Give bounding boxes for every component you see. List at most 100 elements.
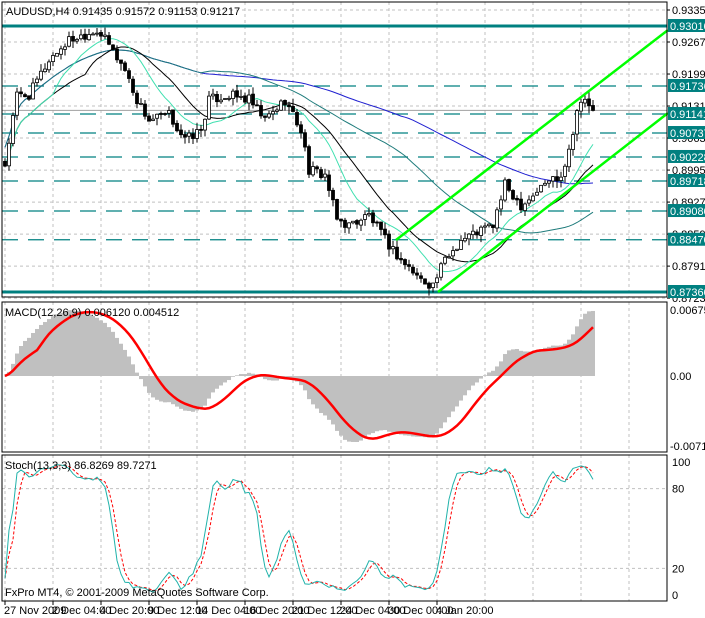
candle	[335, 198, 339, 221]
candle-body	[407, 264, 411, 267]
candle	[475, 229, 479, 239]
candle-body	[283, 100, 287, 106]
candle-body	[27, 95, 31, 100]
price-tick-label: 0.92670	[672, 37, 705, 49]
candle-body	[355, 220, 359, 225]
candle-body	[35, 78, 39, 83]
macd-tick-label: 0.006752	[670, 305, 705, 317]
candle	[303, 129, 307, 152]
candle	[487, 223, 491, 228]
candle-body	[163, 113, 167, 115]
candle-body	[279, 100, 283, 111]
candle-body	[159, 113, 163, 115]
candle-body	[51, 55, 55, 63]
candle-body	[275, 109, 279, 112]
macd-histogram-bar	[419, 376, 423, 437]
candle-body	[263, 115, 267, 118]
candle	[123, 60, 127, 72]
macd-histogram-bar	[239, 374, 243, 376]
candle	[139, 98, 143, 105]
candle	[491, 224, 495, 234]
candle	[151, 114, 155, 122]
candle-body	[387, 233, 391, 250]
candle	[395, 239, 399, 261]
macd-histogram-bar	[91, 315, 95, 376]
candle-body	[231, 90, 235, 99]
candle-body	[335, 199, 339, 220]
macd-histogram-bar	[75, 310, 79, 376]
candle	[131, 76, 135, 96]
macd-histogram-bar	[123, 349, 127, 376]
candle	[439, 261, 443, 281]
macd-histogram-bar	[351, 376, 355, 442]
candle	[211, 88, 215, 100]
candle-body	[567, 148, 571, 168]
macd-histogram-bar	[115, 337, 119, 376]
macd-histogram-bar	[167, 376, 171, 403]
macd-histogram-bar	[379, 376, 383, 431]
candle	[239, 89, 243, 101]
macd-histogram-bar	[399, 376, 403, 435]
macd-histogram-bar	[335, 376, 339, 431]
stoch-signal-line	[4, 464, 594, 591]
macd-histogram-bar	[547, 346, 551, 376]
candle	[159, 111, 163, 120]
macd-histogram-bar	[487, 372, 491, 376]
candle	[547, 180, 551, 188]
macd-histogram-bar	[475, 376, 479, 383]
macd-histogram-bar	[439, 376, 443, 429]
candle-body	[111, 44, 115, 50]
macd-histogram-bar	[71, 310, 75, 376]
price-tick-label: 0.93350	[672, 5, 705, 17]
candle-body	[483, 225, 487, 228]
candle	[299, 121, 303, 139]
level-price-label: 0.93010	[670, 21, 705, 33]
candle	[575, 108, 579, 142]
macd-histogram-bar	[583, 313, 587, 376]
candle-body	[215, 94, 219, 103]
candle	[415, 268, 419, 280]
macd-histogram-bar	[535, 350, 539, 376]
candle	[143, 100, 147, 120]
candle-body	[351, 220, 355, 224]
macd-histogram-bar	[223, 376, 227, 383]
candle-body	[299, 124, 303, 134]
candle-body	[411, 266, 415, 274]
macd-histogram-bar	[395, 376, 399, 434]
candle-body	[555, 176, 559, 182]
macd-histogram-bar	[587, 311, 591, 376]
candle	[175, 120, 179, 133]
macd-histogram-bar	[435, 376, 439, 434]
macd-histogram-bar	[575, 326, 579, 376]
candle-body	[7, 142, 11, 167]
candle-body	[191, 133, 195, 139]
candle-body	[139, 102, 143, 105]
macd-histogram-bar	[431, 376, 435, 437]
level-price-label: 0.89718	[670, 176, 705, 188]
candle	[75, 37, 79, 44]
candle	[579, 98, 583, 118]
candle	[435, 273, 439, 289]
candle-body	[491, 224, 495, 228]
macd-histogram-bar	[147, 376, 151, 393]
candle-body	[327, 174, 331, 191]
macd-histogram-bar	[247, 372, 251, 376]
mt4-chart[interactable]: 0.933500.926700.919900.913100.906300.899…	[0, 0, 705, 618]
stoch-tick-label: 0	[672, 590, 678, 602]
stoch-tick-label: 80	[672, 484, 684, 496]
candle	[95, 27, 99, 37]
macd-histogram-bar	[423, 376, 427, 438]
candle-body	[95, 32, 99, 35]
candle-body	[403, 259, 407, 266]
macd-histogram-bar	[55, 314, 59, 376]
macd-histogram-bar	[243, 374, 247, 376]
macd-histogram-bar	[507, 350, 511, 376]
candle-body	[103, 34, 107, 37]
candle-body	[131, 78, 135, 93]
candle-body	[559, 176, 563, 181]
macd-histogram-bar	[339, 376, 343, 436]
candle	[99, 29, 103, 41]
candle	[559, 171, 563, 188]
candle	[495, 207, 499, 233]
macd-histogram-bar	[231, 376, 235, 377]
